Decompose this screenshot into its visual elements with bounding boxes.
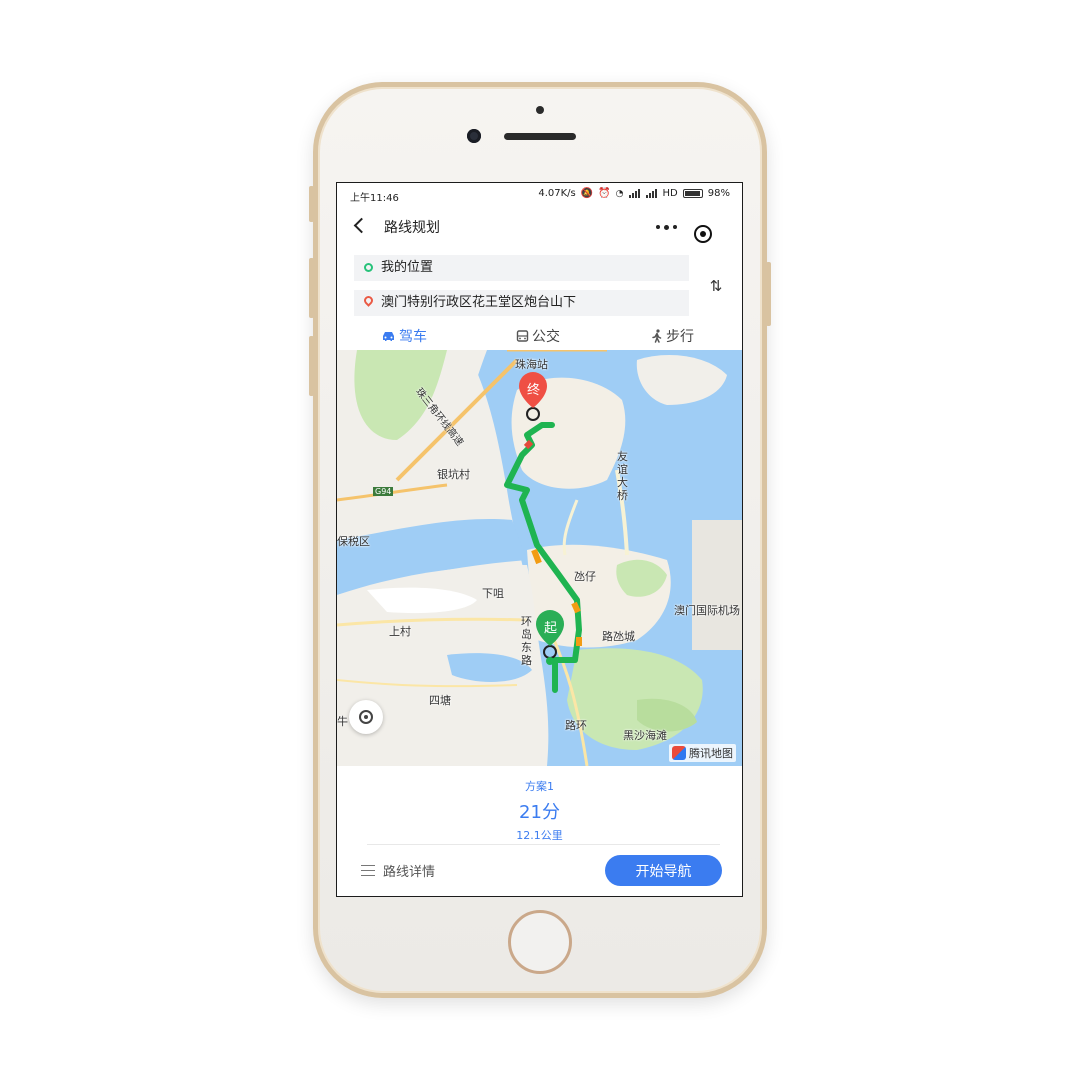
origin-field[interactable]: 我的位置 — [354, 255, 689, 281]
power-button — [766, 262, 771, 326]
end-marker-text: 终 — [527, 383, 541, 398]
wifi-icon: ◔ — [615, 188, 624, 199]
label-taipa: 氹仔 — [574, 570, 596, 583]
origin-dot-icon — [364, 263, 373, 272]
battery-level: 98% — [707, 188, 730, 199]
route-detail-label: 路线详情 — [383, 865, 436, 880]
start-marker-text: 起 — [544, 621, 558, 636]
start-navigation-button[interactable]: 开始导航 — [605, 855, 722, 886]
tab-drive-label: 驾车 — [399, 329, 427, 345]
network-type: HD — [662, 188, 678, 199]
plan-time: 21分 — [519, 802, 560, 823]
map-canvas — [337, 350, 742, 766]
destination-text: 澳门特别行政区花王堂区炮台山下 — [381, 295, 577, 310]
walk-icon — [652, 329, 662, 343]
network-speed: 4.07K/s — [538, 188, 576, 199]
label-luhuan: 路环 — [565, 719, 587, 732]
label-friendship-bridge: 友谊大桥 — [617, 450, 628, 502]
locate-icon[interactable] — [349, 700, 383, 734]
map-airport — [692, 520, 742, 650]
signal-icon — [628, 189, 641, 198]
volume-down-button — [309, 336, 314, 396]
travel-mode-tabs: 驾车 公交 步行 — [337, 323, 742, 349]
label-airport: 澳门国际机场 — [674, 604, 740, 617]
tab-walk[interactable]: 步行 — [651, 326, 694, 346]
mute-switch — [309, 186, 314, 222]
tab-transit[interactable]: 公交 — [516, 326, 560, 346]
label-cotai: 路氹城 — [602, 630, 635, 643]
earpiece-speaker — [504, 133, 576, 140]
label-xiaju: 下咀 — [482, 587, 504, 600]
label-zhuhai-station: 珠海站 — [515, 358, 548, 371]
map-provider-text: 腾讯地图 — [689, 747, 733, 760]
origin-text: 我的位置 — [381, 260, 434, 275]
map-route-jam — [523, 439, 534, 450]
route-detail-link[interactable]: 路线详情 — [361, 861, 435, 880]
tab-drive[interactable]: 驾车 — [381, 326, 427, 346]
route-plan-summary[interactable]: 方案1 21分 12.1公里 — [337, 773, 742, 843]
signal-icon-2 — [645, 189, 658, 198]
status-time: 上午11:46 — [350, 193, 399, 204]
label-shangcun: 上村 — [389, 625, 411, 638]
page-title: 路线规划 — [384, 220, 440, 236]
home-button[interactable] — [508, 910, 572, 974]
status-bar: 上午11:46 4.07K/s 🔕 ⏰ ◔ HD 98% — [337, 183, 742, 207]
nav-bar: 路线规划 — [337, 207, 742, 247]
alarm-icon: ⏰ — [598, 188, 611, 199]
tab-walk-label: 步行 — [666, 329, 694, 345]
tencent-map-icon — [672, 746, 686, 760]
front-camera — [467, 129, 481, 143]
label-sitang: 四塘 — [429, 694, 451, 707]
divider — [367, 844, 720, 845]
tab-transit-label: 公交 — [532, 329, 560, 345]
swap-icon[interactable]: ⇅ — [706, 275, 726, 297]
volume-up-button — [309, 258, 314, 318]
start-point-dot — [546, 657, 554, 665]
screen: 上午11:46 4.07K/s 🔕 ⏰ ◔ HD 98% 路线规划 我的位置 澳… — [336, 182, 743, 897]
label-bonded: 保税区 — [337, 535, 370, 548]
status-right: 4.07K/s 🔕 ⏰ ◔ HD 98% — [538, 188, 730, 199]
label-g94: G94 — [373, 487, 394, 496]
more-dots-icon[interactable] — [652, 219, 682, 235]
label-yinkeng: 银坑村 — [437, 468, 470, 481]
destination-field[interactable]: 澳门特别行政区花王堂区炮台山下 — [354, 290, 689, 316]
list-icon — [361, 864, 375, 877]
plan-name: 方案1 — [525, 780, 554, 793]
car-icon — [383, 332, 394, 341]
mute-icon: 🔕 — [580, 188, 594, 199]
battery-icon — [682, 189, 703, 198]
label-niu: 牛 — [337, 715, 348, 728]
back-icon[interactable] — [349, 215, 371, 237]
label-hac-sa: 黑沙海滩 — [623, 729, 667, 742]
route-map[interactable]: 珠海站 银坑村 友谊大桥 保税区 氹仔 下咀 澳门国际机场 上村 路氹城 环岛东… — [337, 350, 742, 766]
map-route-slow-2 — [571, 601, 581, 614]
target-icon[interactable] — [694, 225, 712, 243]
plan-distance: 12.1公里 — [516, 829, 563, 842]
mini-program-capsule — [646, 213, 726, 243]
destination-pin-icon — [362, 294, 375, 307]
proximity-sensor — [536, 106, 544, 114]
label-ring-road: 环岛东路 — [521, 615, 532, 667]
map-provider-logo: 腾讯地图 — [669, 744, 736, 762]
bus-icon — [516, 329, 529, 342]
